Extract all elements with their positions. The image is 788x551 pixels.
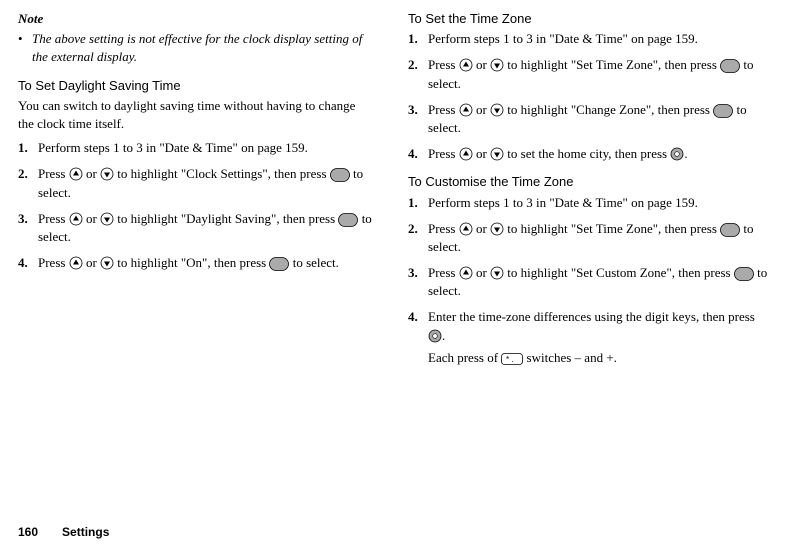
- note-text: The above setting is not effective for t…: [32, 30, 380, 66]
- step-number: 4.: [408, 308, 428, 367]
- step-body: Press or to highlight "On", then press t…: [38, 254, 378, 272]
- select-button-icon: [713, 104, 733, 118]
- up-arrow-icon: [69, 256, 83, 270]
- step-body: Press or to highlight "Clock Settings", …: [38, 165, 378, 201]
- step-number: 2.: [18, 165, 38, 201]
- step-number: 1.: [408, 194, 428, 212]
- step-item: 4. Enter the time-zone differences using…: [408, 308, 770, 367]
- step-subtext: Each press of * . switches – and +.: [428, 349, 768, 367]
- right-column: To Set the Time Zone 1. Perform steps 1 …: [408, 10, 770, 375]
- page-number: 160: [18, 525, 38, 539]
- step-body: Press or to highlight "Daylight Saving",…: [38, 210, 378, 246]
- up-arrow-icon: [69, 167, 83, 181]
- step-item: 4. Press or to highlight "On", then pres…: [18, 254, 380, 272]
- up-arrow-icon: [459, 58, 473, 72]
- step-body: Press or to highlight "Set Time Zone", t…: [428, 220, 768, 256]
- select-button-icon: [734, 267, 754, 281]
- step-number: 4.: [408, 145, 428, 163]
- up-arrow-icon: [459, 147, 473, 161]
- step-number: 1.: [18, 139, 38, 157]
- step-number: 1.: [408, 30, 428, 48]
- step-body: Perform steps 1 to 3 in "Date & Time" on…: [428, 194, 768, 212]
- up-arrow-icon: [459, 103, 473, 117]
- step-body: Press or to highlight "Change Zone", the…: [428, 101, 768, 137]
- down-arrow-icon: [490, 222, 504, 236]
- step-item: 4. Press or to set the home city, then p…: [408, 145, 770, 163]
- note-heading: Note: [18, 10, 380, 28]
- select-button-icon: [720, 223, 740, 237]
- step-item: 2. Press or to highlight "Set Time Zone"…: [408, 220, 770, 256]
- step-number: 2.: [408, 56, 428, 92]
- bullet-dot: •: [18, 30, 32, 66]
- step-body: Perform steps 1 to 3 in "Date & Time" on…: [428, 30, 768, 48]
- note-bullet: • The above setting is not effective for…: [18, 30, 380, 66]
- step-item: 3. Press or to highlight "Daylight Savin…: [18, 210, 380, 246]
- down-arrow-icon: [100, 167, 114, 181]
- step-item: 1. Perform steps 1 to 3 in "Date & Time"…: [408, 194, 770, 212]
- step-body: Perform steps 1 to 3 in "Date & Time" on…: [38, 139, 378, 157]
- up-arrow-icon: [69, 212, 83, 226]
- footer-label: Settings: [62, 525, 109, 539]
- step-list: 1. Perform steps 1 to 3 in "Date & Time"…: [18, 139, 380, 272]
- step-number: 3.: [18, 210, 38, 246]
- section-heading-daylight: To Set Daylight Saving Time: [18, 77, 380, 95]
- select-button-icon: [330, 168, 350, 182]
- step-item: 1. Perform steps 1 to 3 in "Date & Time"…: [408, 30, 770, 48]
- up-arrow-icon: [459, 266, 473, 280]
- svg-text:* .: * .: [506, 355, 514, 364]
- step-body: Enter the time-zone differences using th…: [428, 308, 768, 367]
- select-button-icon: [338, 213, 358, 227]
- step-item: 3. Press or to highlight "Change Zone", …: [408, 101, 770, 137]
- down-arrow-icon: [490, 58, 504, 72]
- select-button-icon: [269, 257, 289, 271]
- step-item: 1. Perform steps 1 to 3 in "Date & Time"…: [18, 139, 380, 157]
- down-arrow-icon: [490, 147, 504, 161]
- step-number: 2.: [408, 220, 428, 256]
- down-arrow-icon: [490, 266, 504, 280]
- step-body: Press or to highlight "Set Custom Zone",…: [428, 264, 768, 300]
- step-item: 3. Press or to highlight "Set Custom Zon…: [408, 264, 770, 300]
- step-number: 3.: [408, 264, 428, 300]
- step-number: 4.: [18, 254, 38, 272]
- center-button-icon: [428, 329, 442, 343]
- step-item: 2. Press or to highlight "Set Time Zone"…: [408, 56, 770, 92]
- step-item: 2. Press or to highlight "Clock Settings…: [18, 165, 380, 201]
- star-key-icon: * .: [501, 353, 523, 365]
- page-footer: 160 Settings: [18, 524, 109, 541]
- step-list: 1. Perform steps 1 to 3 in "Date & Time"…: [408, 194, 770, 368]
- section-intro: You can switch to daylight saving time w…: [18, 97, 380, 133]
- down-arrow-icon: [100, 212, 114, 226]
- section-heading-timezone: To Set the Time Zone: [408, 10, 770, 28]
- step-body: Press or to set the home city, then pres…: [428, 145, 768, 163]
- step-body: Press or to highlight "Set Time Zone", t…: [428, 56, 768, 92]
- step-number: 3.: [408, 101, 428, 137]
- up-arrow-icon: [459, 222, 473, 236]
- down-arrow-icon: [100, 256, 114, 270]
- left-column: Note • The above setting is not effectiv…: [18, 10, 380, 375]
- section-heading-custom-tz: To Customise the Time Zone: [408, 173, 770, 191]
- down-arrow-icon: [490, 103, 504, 117]
- select-button-icon: [720, 59, 740, 73]
- step-list: 1. Perform steps 1 to 3 in "Date & Time"…: [408, 30, 770, 163]
- center-button-icon: [670, 147, 684, 161]
